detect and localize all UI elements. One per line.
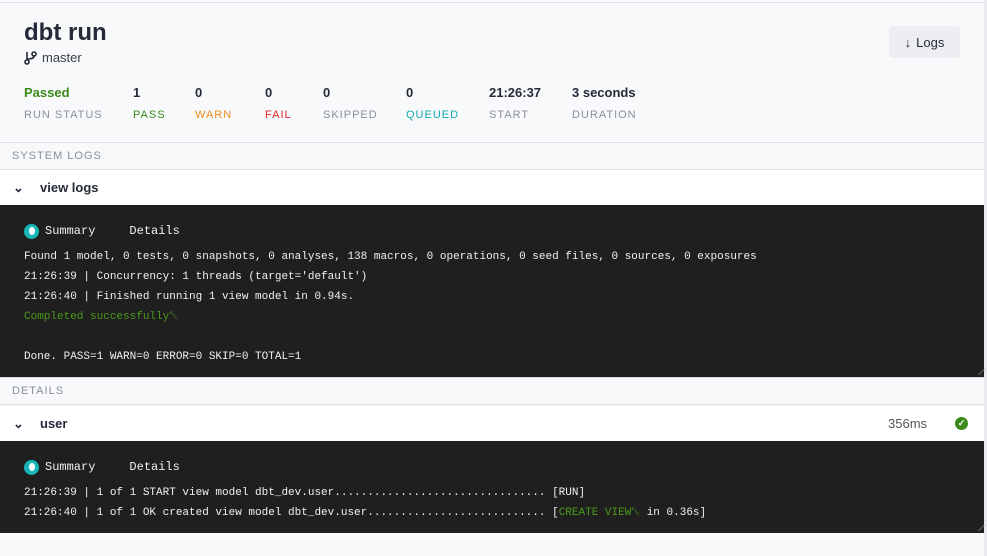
tab-summary[interactable]: Summary bbox=[45, 224, 95, 238]
stat-run-status: Passed RUN STATUS bbox=[24, 85, 103, 121]
stat-label: QUEUED bbox=[406, 109, 460, 121]
stat-label: SKIPPED bbox=[323, 109, 378, 121]
tab-details[interactable]: Details bbox=[129, 460, 179, 474]
stat-start: 21:26:37 START bbox=[489, 85, 541, 121]
resize-handle[interactable] bbox=[973, 525, 985, 531]
stat-queued: 0 QUEUED bbox=[406, 85, 459, 121]
branch: master bbox=[24, 50, 82, 65]
details-section-header: DETAILS bbox=[0, 377, 984, 405]
stat-value: 1 bbox=[133, 85, 141, 100]
radio-selected-icon[interactable] bbox=[24, 223, 39, 239]
system-logs-section-header: SYSTEM LOGS bbox=[0, 142, 984, 170]
stat-label: WARN bbox=[195, 109, 233, 121]
tab-summary[interactable]: Summary bbox=[45, 460, 95, 474]
stat-pass: 1 PASS bbox=[133, 85, 166, 121]
stat-label: FAIL bbox=[265, 109, 292, 121]
top-divider bbox=[0, 2, 987, 3]
stat-duration: 3 seconds DURATION bbox=[572, 85, 637, 121]
model-logs-console: Summary Details 21:26:39 | 1 of 1 START … bbox=[0, 441, 985, 533]
stat-label: DURATION bbox=[572, 109, 637, 121]
stat-value: 0 bbox=[195, 85, 203, 100]
resize-handle[interactable] bbox=[973, 369, 985, 375]
download-logs-button[interactable]: ↓ Logs bbox=[889, 26, 960, 58]
model-row-user[interactable]: ⌄ user 356ms ✓ bbox=[0, 406, 984, 441]
log-line: 21:26:40 | 1 of 1 OK created view model … bbox=[24, 507, 707, 519]
log-line: 21:26:40 | Finished running 1 view model… bbox=[24, 291, 355, 303]
stat-value: 0 bbox=[323, 85, 331, 100]
stat-value: Passed bbox=[24, 85, 70, 100]
stat-warn: 0 WARN bbox=[195, 85, 232, 121]
success-check-icon: ✓ bbox=[955, 417, 968, 430]
page-title: dbt run bbox=[24, 19, 107, 46]
git-branch-icon bbox=[24, 50, 37, 65]
stat-value: 21:26:37 bbox=[489, 85, 542, 100]
branch-name: master bbox=[42, 50, 82, 65]
tab-details[interactable]: Details bbox=[129, 224, 179, 238]
stat-value: 0 bbox=[406, 85, 414, 100]
system-logs-console: Summary Details Found 1 model, 0 tests, … bbox=[0, 205, 985, 377]
log-line: Found 1 model, 0 tests, 0 snapshots, 0 a… bbox=[24, 251, 757, 263]
stat-label: START bbox=[489, 109, 530, 121]
stat-skipped: 0 SKIPPED bbox=[323, 85, 378, 121]
chevron-down-icon: ⌄ bbox=[13, 415, 24, 431]
view-logs-row[interactable]: ⌄ view logs bbox=[0, 170, 984, 205]
model-duration: 356ms bbox=[888, 416, 928, 431]
stat-fail: 0 FAIL bbox=[265, 85, 292, 121]
log-line: 21:26:39 | Concurrency: 1 threads (targe… bbox=[24, 271, 368, 283]
arrow-down-icon: ↓ bbox=[904, 34, 912, 50]
log-line: Done. PASS=1 WARN=0 ERROR=0 SKIP=0 TOTAL… bbox=[24, 351, 302, 363]
stat-value: 0 bbox=[265, 85, 273, 100]
stat-value: 3 seconds bbox=[572, 85, 636, 100]
log-line: 21:26:39 | 1 of 1 START view model dbt_d… bbox=[24, 487, 586, 499]
chevron-down-icon: ⌄ bbox=[13, 179, 24, 195]
log-line-success: Completed successfully␛ bbox=[24, 311, 179, 323]
radio-selected-icon[interactable] bbox=[24, 459, 39, 475]
stat-label: PASS bbox=[133, 109, 166, 121]
stat-label: RUN STATUS bbox=[24, 109, 103, 121]
